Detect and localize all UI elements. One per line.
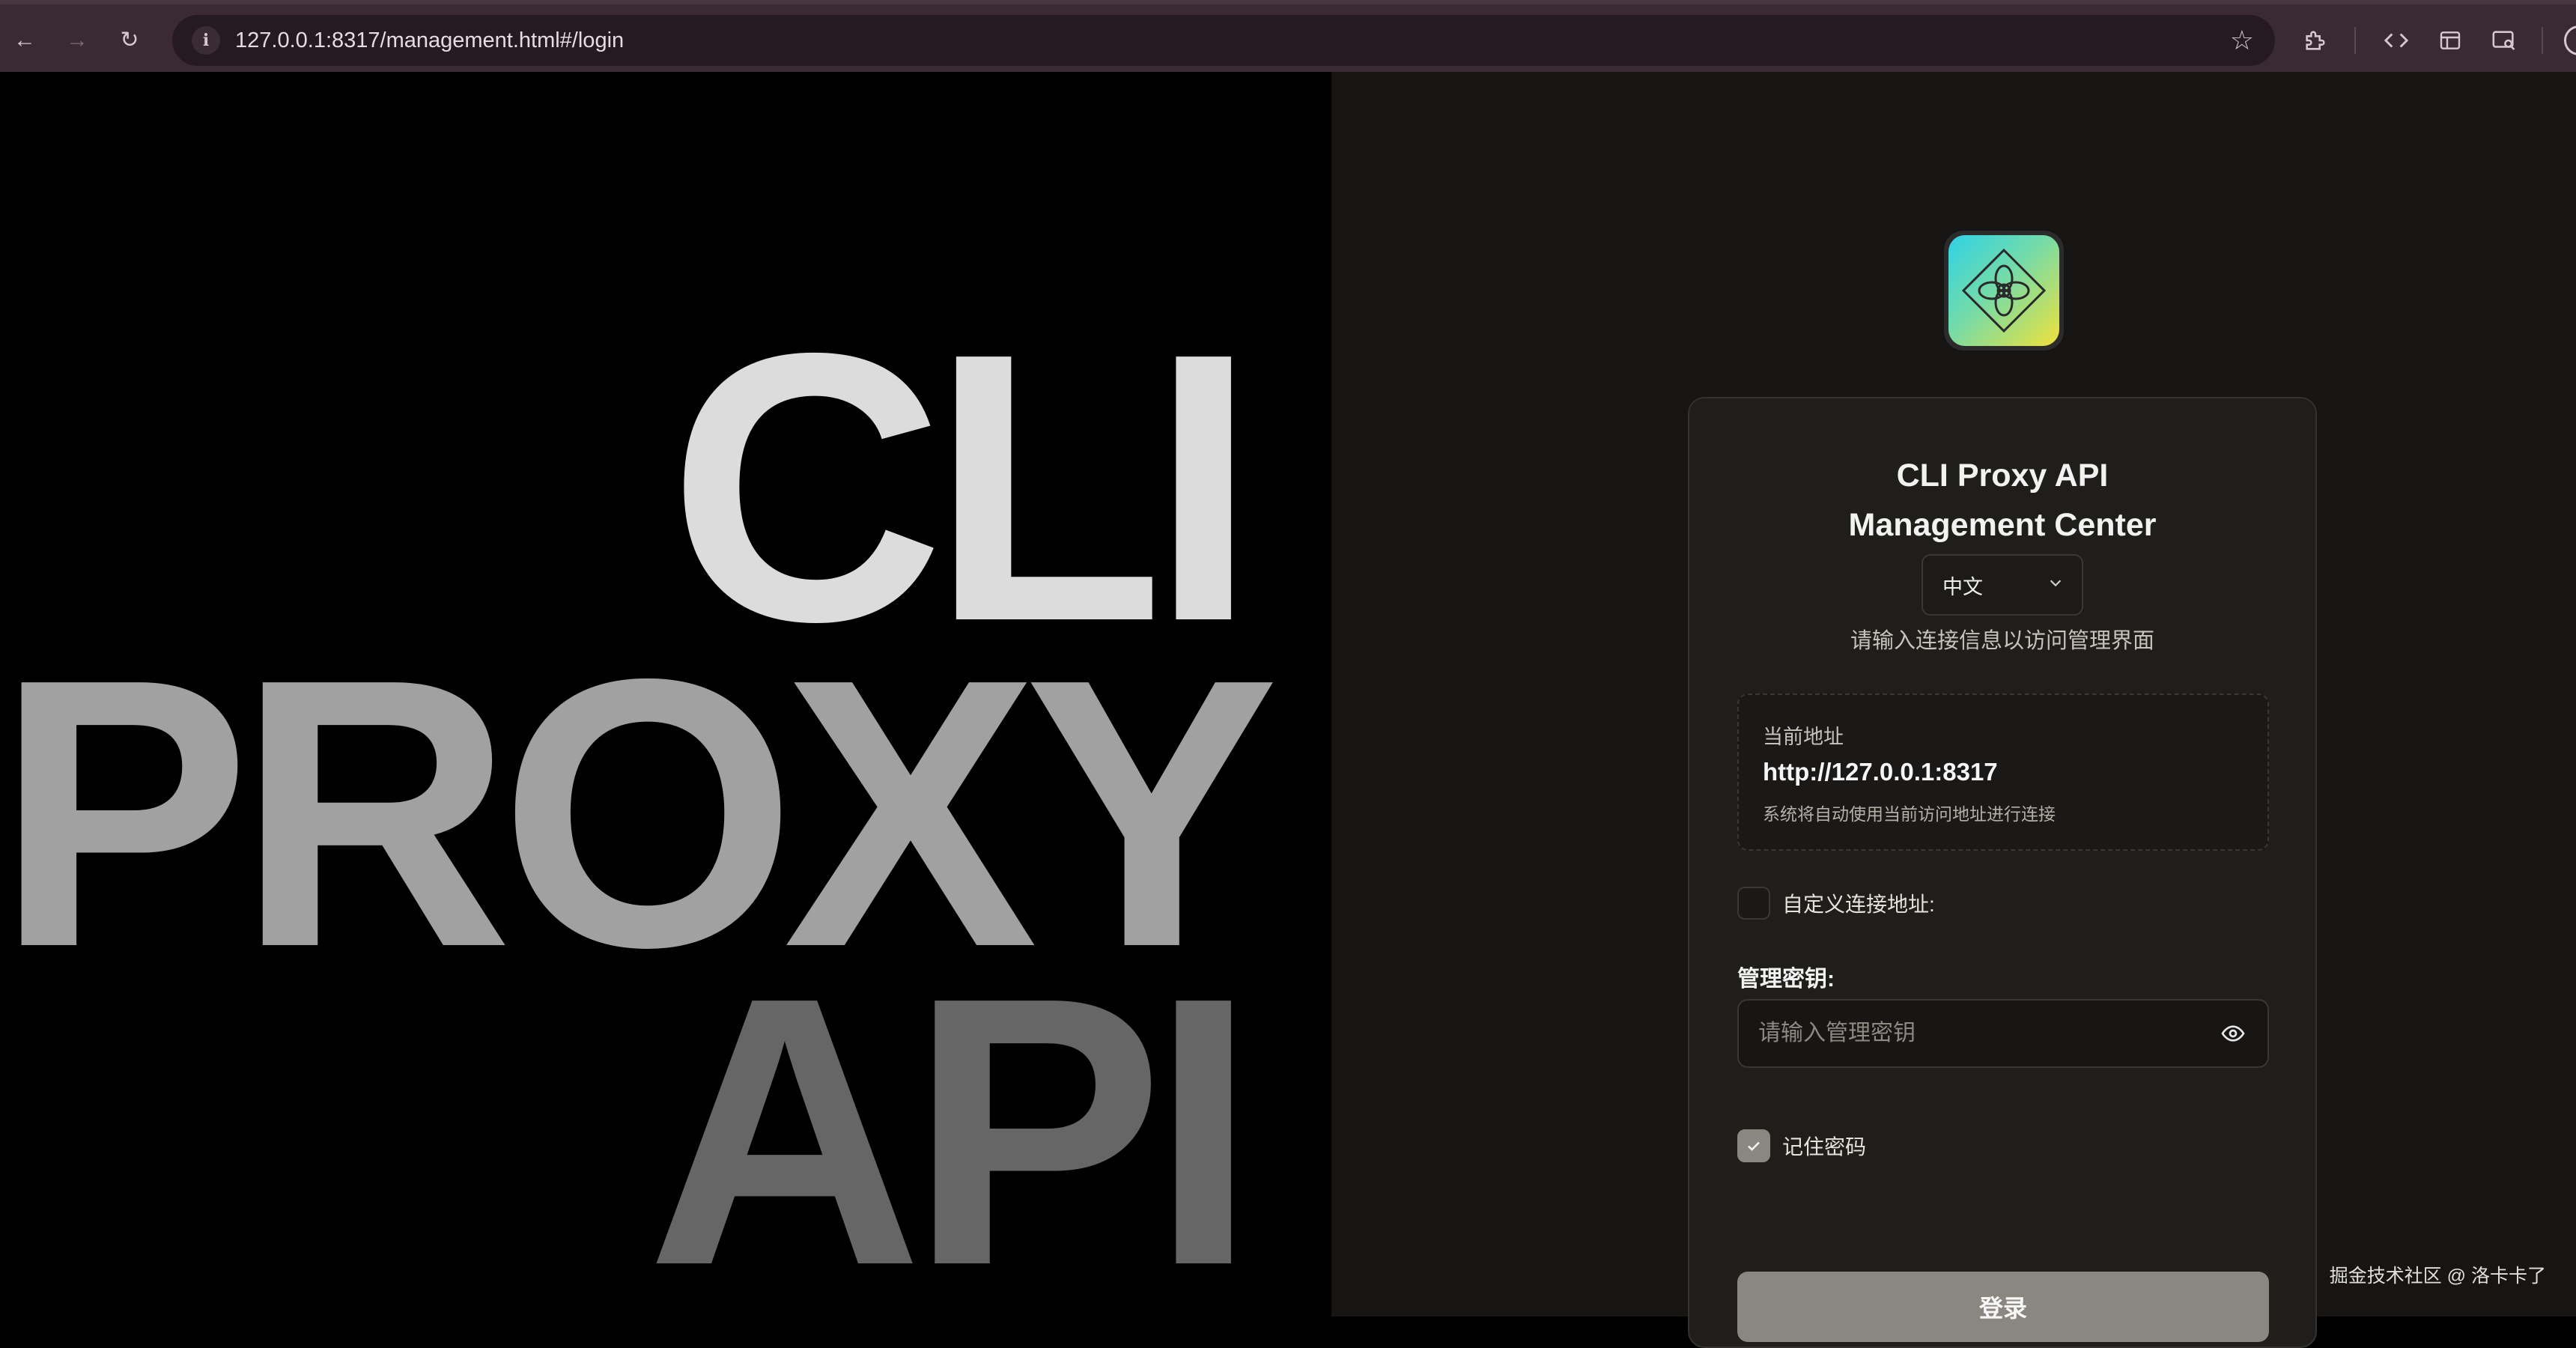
back-icon[interactable]: ← [7, 23, 42, 58]
login-panel: CLI Proxy API Management Center 中文 请输入连接… [1331, 72, 2576, 1348]
layout-icon[interactable] [2432, 22, 2468, 58]
screen-search-icon[interactable] [2486, 22, 2522, 58]
eye-icon[interactable] [2218, 1018, 2248, 1048]
code-icon[interactable] [2378, 22, 2414, 58]
login-button[interactable]: 登录 [1737, 1272, 2269, 1342]
bookmark-star-icon[interactable]: ☆ [2230, 24, 2254, 57]
watermark-text: 掘金技术社区 @ 洛卡卡了 [2329, 1266, 2546, 1287]
toolbar-divider [2542, 27, 2543, 54]
remember-password-checkbox[interactable] [1737, 1129, 1770, 1162]
language-select-value: 中文 [1942, 575, 1983, 598]
profile-avatar[interactable] [2564, 25, 2576, 55]
address-bar[interactable]: i 127.0.0.1:8317/management.html#/login … [172, 15, 2275, 66]
custom-address-toggle[interactable]: 自定义连接地址: [1737, 887, 1935, 920]
current-address-value: http://127.0.0.1:8317 [1763, 758, 1998, 786]
url-text[interactable]: 127.0.0.1:8317/management.html#/login [235, 28, 624, 53]
remember-password-toggle[interactable]: 记住密码 [1737, 1129, 1866, 1162]
extensions-icon[interactable] [2297, 22, 2333, 58]
login-subtitle: 请输入连接信息以访问管理界面 [1850, 629, 2154, 653]
current-address-label: 当前地址 [1763, 726, 1844, 748]
hero-text-api: API [646, 918, 1257, 1317]
login-card: CLI Proxy API Management Center 中文 请输入连接… [1688, 397, 2317, 1348]
reload-icon[interactable]: ↻ [112, 23, 147, 58]
custom-address-checkbox[interactable] [1737, 887, 1770, 920]
browser-toolbar: ← → ↻ i 127.0.0.1:8317/management.html#/… [0, 0, 2576, 72]
forward-icon[interactable]: → [60, 23, 94, 58]
custom-address-label[interactable]: 自定义连接地址: [1782, 888, 1935, 918]
hero-panel: CLI PROXY API [0, 72, 1331, 1317]
check-icon [1748, 1141, 1760, 1151]
app-logo [1944, 231, 2064, 350]
openai-knot-icon [1948, 235, 2059, 346]
current-address-box: 当前地址 http://127.0.0.1:8317 系统将自动使用当前访问地址… [1737, 693, 2269, 851]
toolbar-divider [2354, 27, 2356, 54]
management-key-field[interactable] [1737, 999, 2269, 1068]
site-info-icon[interactable]: i [192, 26, 220, 55]
chevron-down-icon [2047, 574, 2064, 596]
language-select[interactable]: 中文 [1922, 554, 2083, 616]
management-key-label: 管理密钥: [1737, 967, 1835, 992]
page-title: CLI Proxy API Management Center [1848, 458, 2157, 543]
current-address-hint: 系统将自动使用当前访问地址进行连接 [1763, 804, 2056, 824]
remember-password-label[interactable]: 记住密码 [1782, 1131, 1866, 1161]
management-key-input[interactable] [1739, 1001, 2218, 1066]
